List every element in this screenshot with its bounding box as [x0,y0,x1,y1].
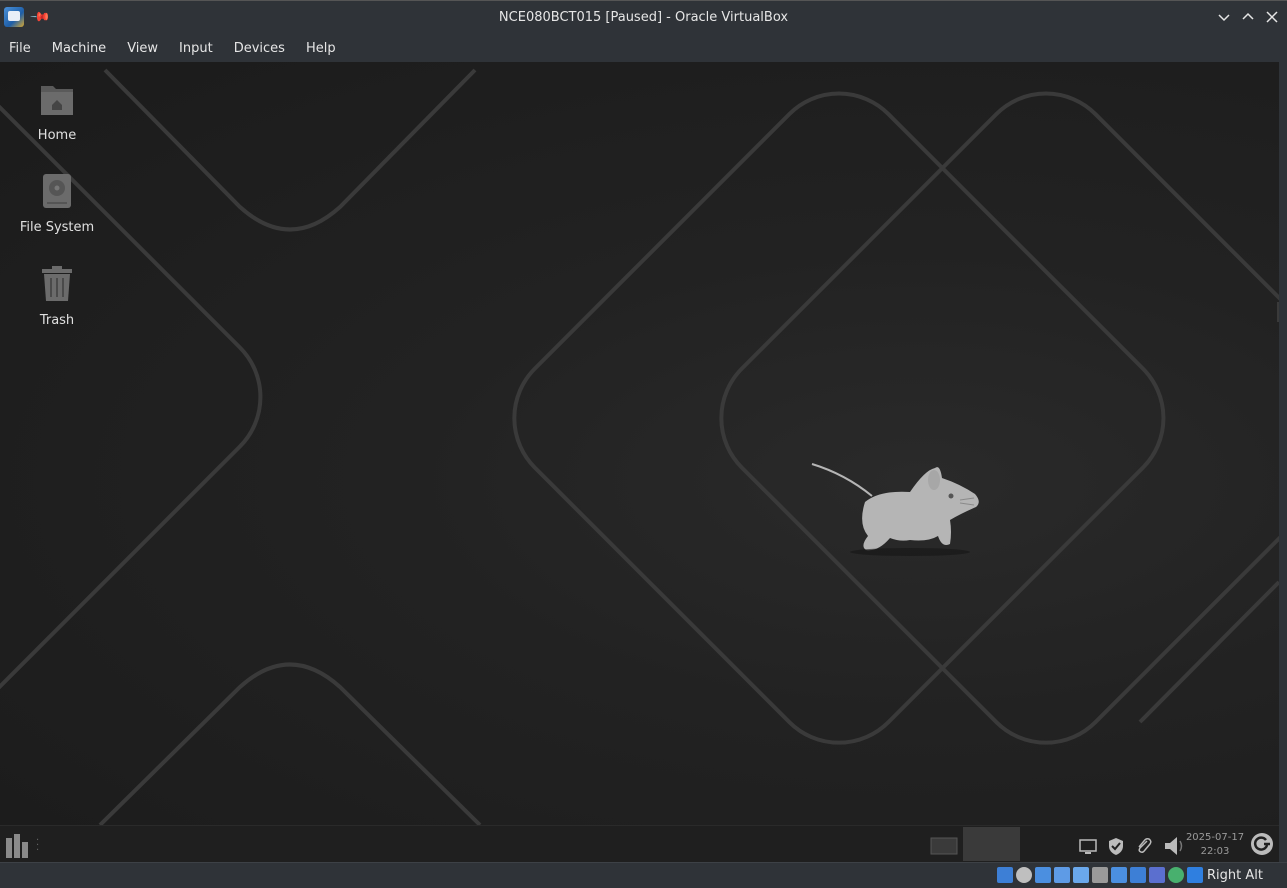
trash-icon [42,266,72,301]
guest-screen[interactable]: Home File System Trash [0,62,1279,825]
display-icon[interactable] [1111,867,1127,883]
menu-view[interactable]: View [127,41,158,56]
vt-x-icon[interactable] [1149,867,1165,883]
desktop-icon-home[interactable]: Home [7,80,107,143]
desktop-icon-label: File System [19,220,95,235]
window-right-edge [1279,62,1287,862]
host-key-label: Right Alt [1207,868,1263,883]
desktop-icon-label: Trash [39,313,75,328]
network-icon[interactable] [1054,867,1070,883]
panel-handle-icon[interactable]: · · · [36,836,40,856]
usb-icon[interactable] [1073,867,1089,883]
hard-disk-icon[interactable] [997,867,1013,883]
minimize-icon[interactable] [1217,9,1231,25]
recording-icon[interactable] [1130,867,1146,883]
audio-icon[interactable] [1035,867,1051,883]
workspace-2-button[interactable] [963,827,1020,861]
whisker-menu-icon[interactable] [6,834,32,858]
title-bar[interactable]: 📌 NCE080BCT015 [Paused] - Oracle Virtual… [0,0,1287,34]
maximize-icon[interactable] [1241,9,1255,25]
close-icon[interactable] [1265,9,1279,25]
menu-input[interactable]: Input [179,41,213,56]
desktop-icon-label: Home [37,128,77,143]
clock-time: 22:03 [1200,846,1230,857]
desktop-icon-file-system[interactable]: File System [7,172,107,235]
guest-taskbar: · · · 2025-07-17 22:03 [0,825,1279,862]
menu-bar: File Machine View Input Devices Help [0,34,1287,62]
home-folder-icon [41,86,73,115]
desktop-wallpaper [0,68,1279,825]
vm-status-bar: Right Alt [0,862,1287,888]
shared-folders-icon[interactable] [1092,867,1108,883]
menu-help[interactable]: Help [306,41,336,56]
mouse-integration-icon[interactable] [1187,867,1203,883]
power-icon[interactable] [1250,832,1274,856]
menu-file[interactable]: File [9,41,31,56]
clock-date: 2025-07-17 [1185,832,1245,843]
desktop-icon-trash[interactable]: Trash [7,265,107,328]
shield-icon[interactable] [1106,836,1126,856]
optical-drive-icon[interactable] [1016,867,1032,883]
workspace-1-icon[interactable] [930,836,958,856]
paperclip-icon[interactable] [1134,836,1154,856]
panel-clock[interactable]: 2025-07-17 22:03 [1183,831,1247,859]
display-icon[interactable] [1078,836,1098,856]
xfce-mouse-logo [811,463,979,556]
guest-additions-icon[interactable] [1168,867,1184,883]
hard-drive-icon [43,174,71,208]
window-title: NCE080BCT015 [Paused] - Oracle VirtualBo… [498,10,789,25]
menu-machine[interactable]: Machine [52,41,106,56]
menu-devices[interactable]: Devices [234,41,285,56]
